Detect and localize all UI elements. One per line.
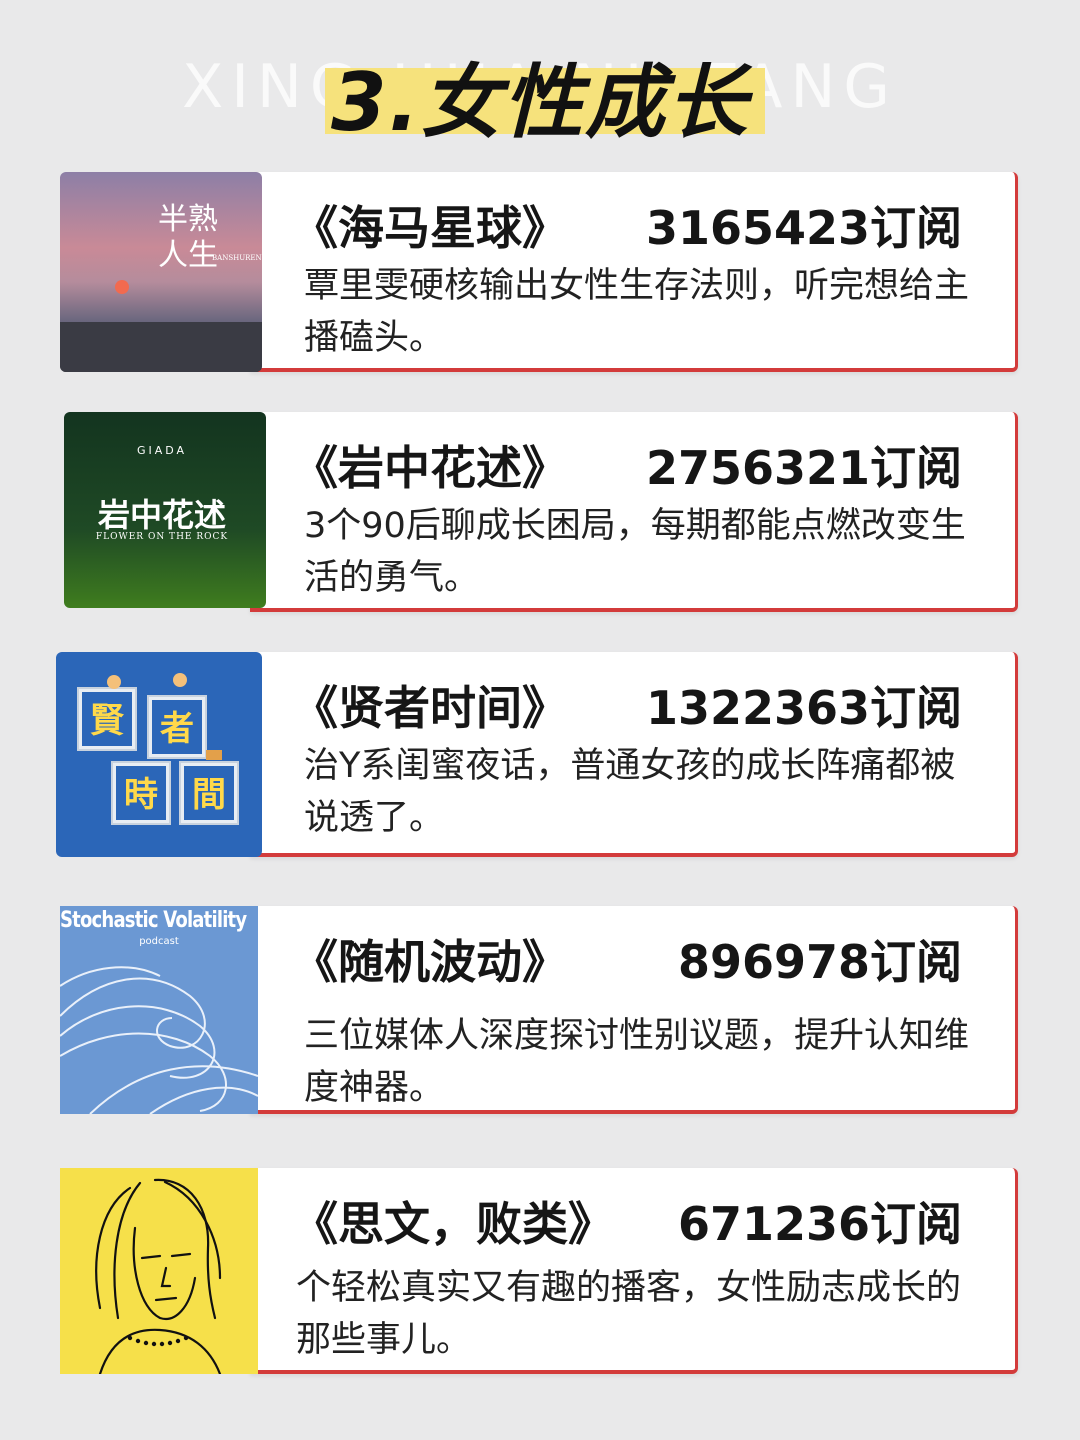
podcast-cover: Stochastic Volatility podcast: [60, 906, 258, 1114]
podcast-name: 《思文，败类》: [292, 1197, 614, 1251]
podcast-card[interactable]: 賢 者 時 間 《贤者时间》 1322363订阅 治Y系闺蜜夜话，普通女孩的成长…: [56, 652, 1018, 857]
podcast-name: 《随机波动》: [292, 935, 568, 989]
cover-char: 時: [124, 775, 158, 815]
cover-char: 者: [160, 709, 194, 749]
cover-brand: GIADA: [136, 444, 188, 457]
portrait-illustration: [95, 1178, 222, 1374]
podcast-description: 治Y系闺蜜夜话，普通女孩的成长阵痛都被说透了。: [304, 746, 956, 838]
cover-title: 岩中花述: [97, 496, 226, 534]
subscriber-count: 671236订阅: [677, 1197, 962, 1251]
cover-subtitle: FLOWER ON THE ROCK: [95, 532, 229, 542]
podcast-cover: 賢 者 時 間: [56, 652, 262, 857]
podcast-card[interactable]: GIADA 岩中花述 FLOWER ON THE ROCK 《岩中花述》 275…: [60, 412, 1018, 612]
subscriber-count: 3165423订阅: [645, 201, 962, 255]
subscriber-count: 2756321订阅: [645, 441, 962, 495]
podcast-cover: [60, 1168, 258, 1374]
subscriber-count: 896978订阅: [677, 935, 962, 989]
cover-char: 間: [192, 775, 226, 815]
podcast-card[interactable]: Stochastic Volatility podcast 《随机波动》 896…: [60, 906, 1018, 1114]
cover-char: 賢: [90, 701, 125, 741]
page-title: 3.女性成长: [330, 56, 750, 149]
podcast-description: 覃里雯硬核输出女性生存法则，听完想给主播磕头。: [304, 266, 970, 358]
podcast-name: 《贤者时间》: [292, 681, 568, 735]
podcast-cover: GIADA 岩中花述 FLOWER ON THE ROCK: [64, 412, 266, 608]
podcast-description: 3个90后聊成长困局，每期都能点燃改变生活的勇气。: [304, 506, 966, 598]
podcast-card[interactable]: 半熟 人生 BANSHUREN 《海马星球》 3165423订阅 覃里雯硬核输出…: [60, 172, 1018, 372]
podcast-card[interactable]: 《思文，败类》 671236订阅 个轻松真实又有趣的播客，女性励志成长的那些事儿…: [60, 1168, 1018, 1374]
wave-illustration: [60, 966, 258, 1114]
cover-title: 半熟 人生: [158, 202, 218, 273]
podcast-cover: 半熟 人生 BANSHUREN: [60, 172, 262, 372]
cover-subtitle: BANSHUREN: [212, 254, 262, 262]
podcast-description: 三位媒体人深度探讨性别议题，提升认知维度神器。: [304, 1016, 970, 1108]
podcast-name: 《海马星球》: [292, 201, 568, 255]
cover-illustration: 賢 者 時 間: [77, 673, 239, 825]
subscriber-count: 1322363订阅: [645, 681, 962, 735]
podcast-name: 《岩中花述》: [292, 441, 568, 495]
podcast-description: 个轻松真实又有趣的播客，女性励志成长的那些事儿。: [296, 1268, 962, 1360]
